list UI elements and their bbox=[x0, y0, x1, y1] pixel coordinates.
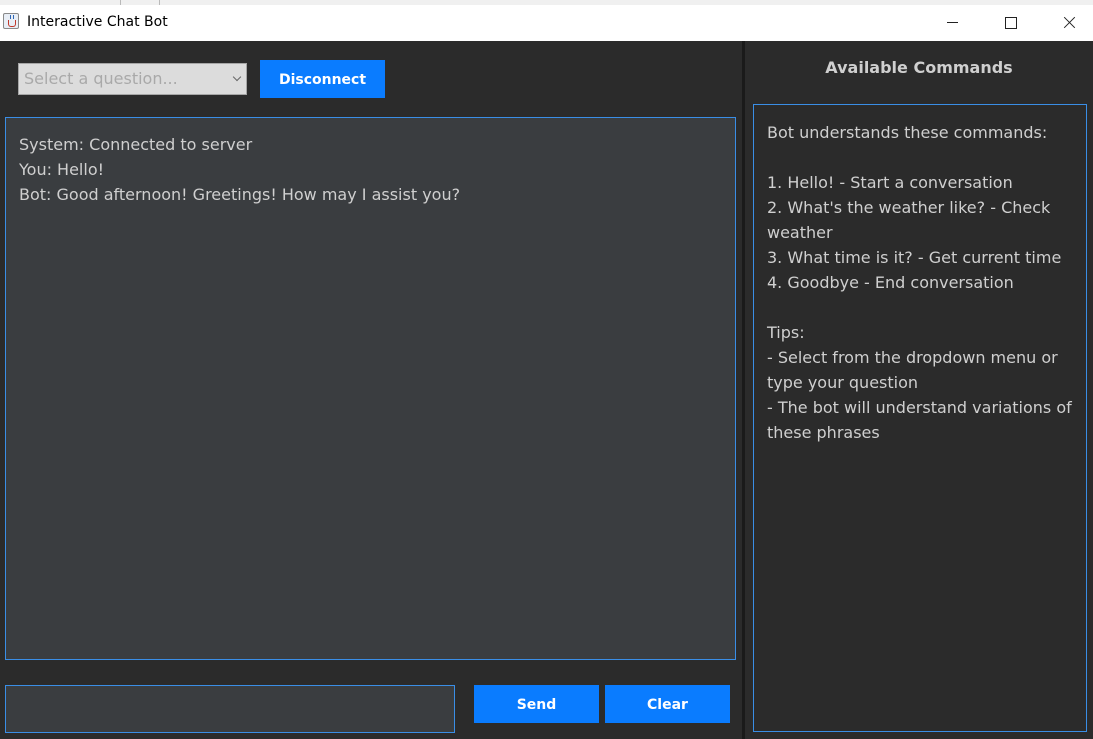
commands-line: 3. What time is it? - Get current time bbox=[767, 248, 1062, 267]
chat-history[interactable]: System: Connected to server You: Hello! … bbox=[5, 117, 736, 660]
commands-line: type your question bbox=[767, 373, 919, 392]
commands-line: Tips: bbox=[767, 323, 805, 342]
commands-line bbox=[767, 145, 1073, 170]
maximize-icon[interactable] bbox=[982, 5, 1040, 41]
title-bar: Interactive Chat Bot bbox=[0, 5, 1093, 41]
send-button[interactable]: Send bbox=[474, 685, 599, 723]
commands-line: 1. Hello! - Start a conversation bbox=[767, 173, 1013, 192]
minimize-icon[interactable] bbox=[924, 5, 982, 41]
commands-line: 2. What's the weather like? - Check bbox=[767, 198, 1051, 217]
commands-panel: Available Commands Bot understands these… bbox=[745, 41, 1093, 739]
window-title: Interactive Chat Bot bbox=[27, 14, 168, 30]
question-dropdown[interactable]: Select a question... bbox=[18, 63, 247, 95]
message-input[interactable] bbox=[5, 685, 455, 733]
java-cup-icon bbox=[3, 13, 19, 29]
commands-line: weather bbox=[767, 223, 833, 242]
commands-line: Bot understands these commands: bbox=[767, 123, 1048, 142]
commands-line bbox=[767, 295, 1073, 320]
clear-button[interactable]: Clear bbox=[605, 685, 730, 723]
chat-message: You: Hello! bbox=[19, 160, 105, 179]
chat-message: System: Connected to server bbox=[19, 135, 253, 154]
question-dropdown-placeholder: Select a question... bbox=[24, 69, 178, 88]
app-content: Select a question... Disconnect System: … bbox=[0, 41, 1093, 739]
disconnect-button[interactable]: Disconnect bbox=[260, 60, 385, 98]
close-icon[interactable] bbox=[1040, 5, 1093, 41]
chat-message: Bot: Good afternoon! Greetings! How may … bbox=[19, 185, 461, 204]
commands-line: these phrases bbox=[767, 423, 880, 442]
commands-text-area: Bot understands these commands: 1. Hello… bbox=[753, 104, 1087, 732]
chevron-down-icon bbox=[232, 72, 242, 82]
commands-panel-title: Available Commands bbox=[825, 58, 1013, 77]
commands-line: - Select from the dropdown menu or bbox=[767, 348, 1058, 367]
commands-line: - The bot will understand variations of bbox=[767, 398, 1072, 417]
chat-panel: Select a question... Disconnect System: … bbox=[0, 41, 742, 739]
commands-line: 4. Goodbye - End conversation bbox=[767, 273, 1014, 292]
